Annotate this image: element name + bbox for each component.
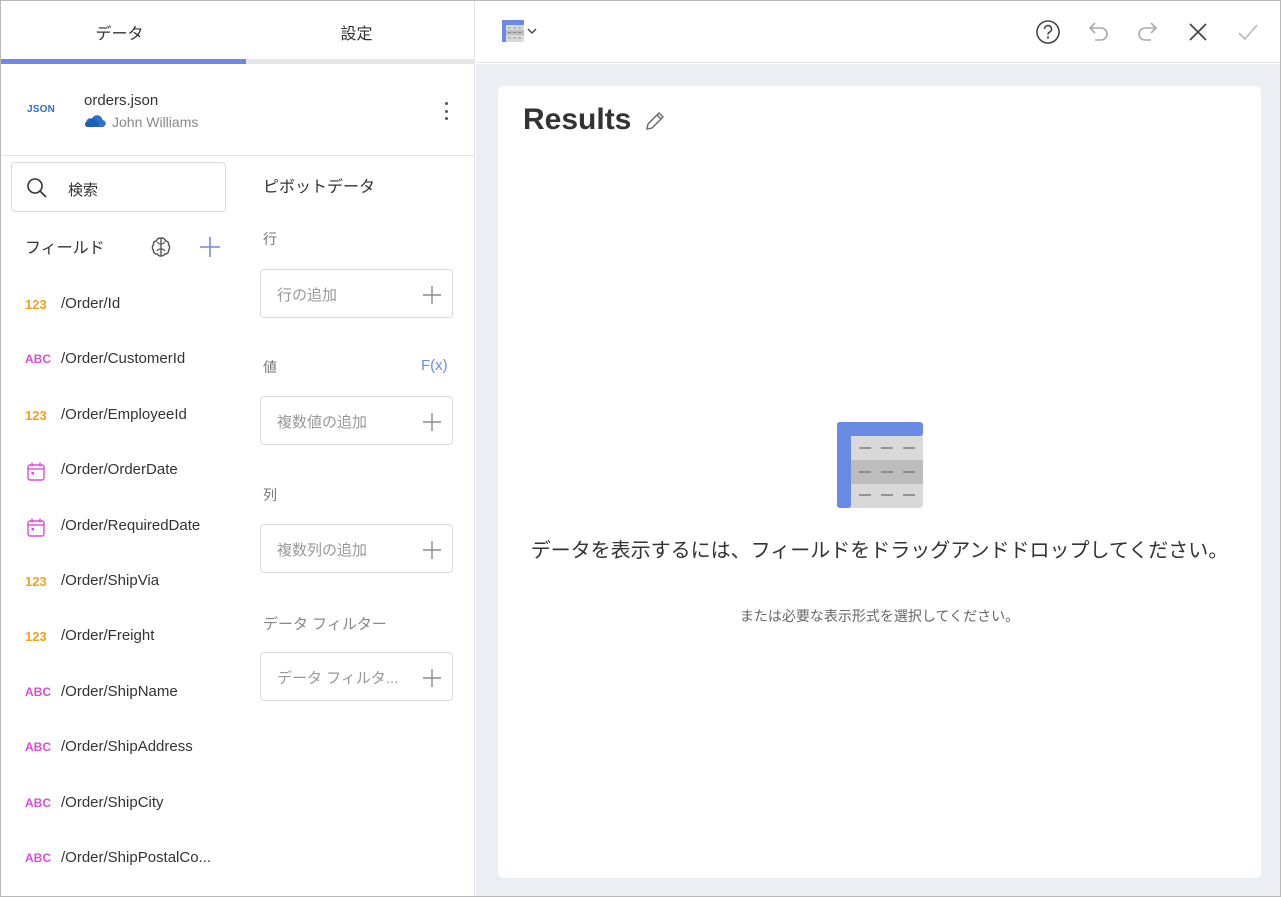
field-name: /Order/EmployeeId [61, 406, 187, 423]
search-placeholder: 検索 [68, 182, 99, 199]
search-icon [27, 178, 47, 198]
empty-state-hint: または必要な表示形式を選択してください。 [739, 608, 1020, 624]
field-name: /Order/ShipAddress [61, 738, 193, 755]
add-icon [423, 669, 441, 687]
field-item[interactable]: ABC/Order/CustomerId [1, 340, 241, 380]
empty-state-message: データを表示するには、フィールドをドラッグアンドドロップしてください。 [530, 540, 1229, 562]
text-type-icon: ABC [25, 851, 51, 865]
redo-button[interactable] [1134, 18, 1162, 46]
help-icon [1036, 20, 1060, 44]
field-item[interactable]: ABC/Order/ShipPostalCo... [1, 839, 241, 879]
calendar-icon [25, 460, 47, 482]
field-item[interactable]: 123/Order/EmployeeId [1, 396, 241, 436]
number-type-icon: 123 [25, 297, 47, 312]
add-icon [423, 413, 441, 431]
source-owner: John Williams [112, 114, 199, 130]
columns-label: 列 [263, 487, 277, 503]
pivot-grid-icon [837, 422, 923, 508]
field-item[interactable]: ABC/Order/ShipAddress [1, 728, 241, 768]
field-item[interactable]: 123/Order/Freight [1, 617, 241, 657]
brain-icon[interactable] [149, 235, 173, 259]
filter-label: データ フィルター [263, 616, 387, 633]
fields-heading: フィールド [25, 240, 105, 257]
rows-placeholder: 行の追加 [277, 287, 338, 304]
data-source: JSON orders.json John Williams [1, 64, 475, 156]
visualization-canvas: Results データを表示するには、フィールドをドラッグアンドドロップしてくだ… [476, 64, 1280, 896]
edit-title-icon[interactable] [644, 110, 666, 132]
rows-label: 行 [263, 231, 277, 247]
more-options-icon[interactable] [439, 99, 453, 123]
visualization-picker[interactable] [500, 18, 542, 44]
close-button[interactable] [1184, 18, 1212, 46]
field-name: /Order/Freight [61, 627, 155, 644]
fx-button[interactable]: F(x) [421, 357, 448, 374]
field-name: /Order/ShipName [61, 683, 178, 700]
field-name: /Order/Id [61, 295, 121, 312]
visualization-title: Results [523, 103, 632, 136]
text-type-icon: ABC [25, 352, 51, 366]
field-name: /Order/RequiredDate [61, 517, 201, 534]
redo-icon [1138, 22, 1158, 41]
pivot-title: ピボットデータ [263, 179, 376, 196]
filter-drop-zone[interactable]: データ フィルタ... [260, 652, 453, 701]
columns-placeholder: 複数列の追加 [277, 542, 368, 559]
field-item[interactable]: 123/Order/ShipVia [1, 562, 241, 602]
add-icon [423, 286, 441, 304]
grid-chart-icon [502, 20, 537, 42]
toolbar [476, 1, 1280, 63]
data-panel: データ 設定 JSON orders.json John Williams 検索… [1, 1, 475, 896]
field-name: /Order/OrderDate [61, 461, 178, 478]
checkmark-icon [1238, 24, 1258, 41]
field-name: /Order/ShipPostalCo... [61, 849, 212, 866]
columns-drop-zone[interactable]: 複数列の追加 [260, 524, 453, 573]
json-file-icon: JSON [27, 104, 56, 115]
search-input[interactable]: 検索 [11, 162, 226, 212]
calendar-icon [25, 516, 47, 538]
close-icon [1189, 23, 1207, 41]
tab-settings[interactable]: 設定 [238, 1, 475, 63]
field-item[interactable]: 123/Order/Id [1, 285, 241, 325]
help-button[interactable] [1034, 18, 1062, 46]
confirm-button[interactable] [1234, 18, 1262, 46]
filter-placeholder: データ フィルタ... [277, 670, 399, 687]
field-name: /Order/ShipCity [61, 794, 164, 811]
values-placeholder: 複数値の追加 [277, 414, 368, 431]
number-type-icon: 123 [25, 408, 47, 423]
field-name: /Order/ShipVia [61, 572, 160, 589]
add-field-icon[interactable] [199, 236, 221, 258]
tab-data[interactable]: データ [1, 1, 238, 63]
field-item[interactable]: /Order/OrderDate [1, 451, 241, 491]
text-type-icon: ABC [25, 740, 51, 754]
panel-tabs: データ 設定 [1, 1, 475, 63]
field-item[interactable]: ABC/Order/ShipName [1, 673, 241, 713]
visualization-card: Results データを表示するには、フィールドをドラッグアンドドロップしてくだ… [498, 86, 1261, 878]
field-item[interactable]: ABC/Order/ShipCity [1, 784, 241, 824]
text-type-icon: ABC [25, 796, 51, 810]
rows-drop-zone[interactable]: 行の追加 [260, 269, 453, 318]
field-item[interactable]: /Order/RequiredDate [1, 507, 241, 547]
text-type-icon: ABC [25, 685, 51, 699]
number-type-icon: 123 [25, 574, 47, 589]
field-name: /Order/CustomerId [61, 350, 186, 367]
onedrive-cloud-icon [84, 115, 106, 128]
undo-button[interactable] [1084, 18, 1112, 46]
source-name: orders.json [84, 92, 159, 109]
values-drop-zone[interactable]: 複数値の追加 [260, 396, 453, 445]
values-label: 値 [263, 359, 277, 375]
number-type-icon: 123 [25, 629, 47, 644]
undo-icon [1088, 22, 1108, 41]
add-icon [423, 541, 441, 559]
